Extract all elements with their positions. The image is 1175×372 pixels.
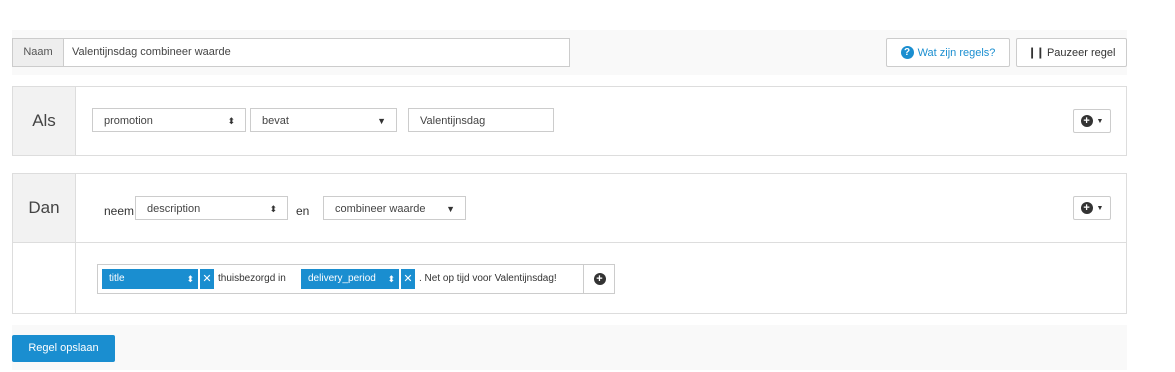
sort-icon: ⬍ <box>269 204 277 214</box>
caret-down-icon: ▼ <box>1096 204 1104 212</box>
template-text-2: . Net op tijd voor Valentijnsdag! <box>419 273 557 284</box>
action-mode-select[interactable]: combineer waarde ▼ <box>323 196 466 220</box>
condition-field-value: promotion <box>104 115 153 127</box>
action-label: Dan <box>13 174 76 243</box>
plus-circle-icon: + <box>1080 202 1093 214</box>
template-chip-title[interactable]: title ⬍ <box>102 269 198 289</box>
action-field-select[interactable]: description ⬍ <box>135 196 288 220</box>
condition-field-select[interactable]: promotion ⬍ <box>92 108 246 132</box>
template-builder: title ⬍ ✕ thuisbezorgd in delivery_perio… <box>97 264 615 294</box>
question-icon: ? <box>900 46 914 59</box>
help-button[interactable]: ? Wat zijn regels? <box>886 38 1010 67</box>
rule-name-label: Naam <box>12 38 63 67</box>
add-action-button[interactable]: + ▼ <box>1073 196 1111 220</box>
condition-box: Als promotion ⬍ bevat ▼ Valentijnsdag + … <box>12 86 1127 156</box>
caret-down-icon: ▼ <box>1096 117 1104 125</box>
pause-button-label: Pauzeer regel <box>1046 46 1116 59</box>
template-chip-delivery-period[interactable]: delivery_period ⬍ <box>301 269 399 289</box>
and-word: en <box>296 204 310 218</box>
template-text-1: thuisbezorgd in <box>218 273 286 284</box>
pause-rule-button[interactable]: ❙❙ Pauzeer regel <box>1016 38 1127 67</box>
save-row-background <box>12 325 1127 370</box>
condition-value-input[interactable]: Valentijnsdag <box>408 108 554 132</box>
action-mode-value: combineer waarde <box>335 203 426 215</box>
action-field-value: description <box>147 203 201 215</box>
take-word: neem <box>104 204 135 218</box>
rule-name-group: Naam Valentijnsdag combineer waarde <box>12 38 570 67</box>
chevron-down-icon: ▼ <box>446 204 455 214</box>
add-template-part-button[interactable]: + <box>583 265 615 293</box>
chevron-down-icon: ▼ <box>377 116 386 126</box>
condition-operator-value: bevat <box>262 115 289 127</box>
help-button-label: Wat zijn regels? <box>917 46 996 59</box>
add-condition-button[interactable]: + ▼ <box>1073 109 1111 133</box>
remove-chip-delivery-period-button[interactable]: ✕ <box>401 269 415 289</box>
condition-label: Als <box>13 87 76 155</box>
sort-icon: ⬍ <box>227 116 235 126</box>
remove-chip-title-button[interactable]: ✕ <box>200 269 214 289</box>
rule-name-input[interactable]: Valentijnsdag combineer waarde <box>63 38 570 67</box>
plus-circle-icon: + <box>1080 115 1093 127</box>
save-rule-button[interactable]: Regel opslaan <box>12 335 115 362</box>
sort-icon: ⬍ <box>186 274 194 284</box>
plus-circle-icon: + <box>593 273 606 285</box>
chip-delivery-period-label: delivery_period <box>308 273 376 284</box>
condition-operator-select[interactable]: bevat ▼ <box>250 108 397 132</box>
chip-title-label: title <box>109 273 125 284</box>
sort-icon: ⬍ <box>387 274 395 284</box>
action-divider <box>76 242 1126 243</box>
action-label-extension <box>13 243 76 313</box>
condition-value-text: Valentijnsdag <box>420 115 486 127</box>
pause-icon: ❙❙ <box>1027 47 1045 59</box>
